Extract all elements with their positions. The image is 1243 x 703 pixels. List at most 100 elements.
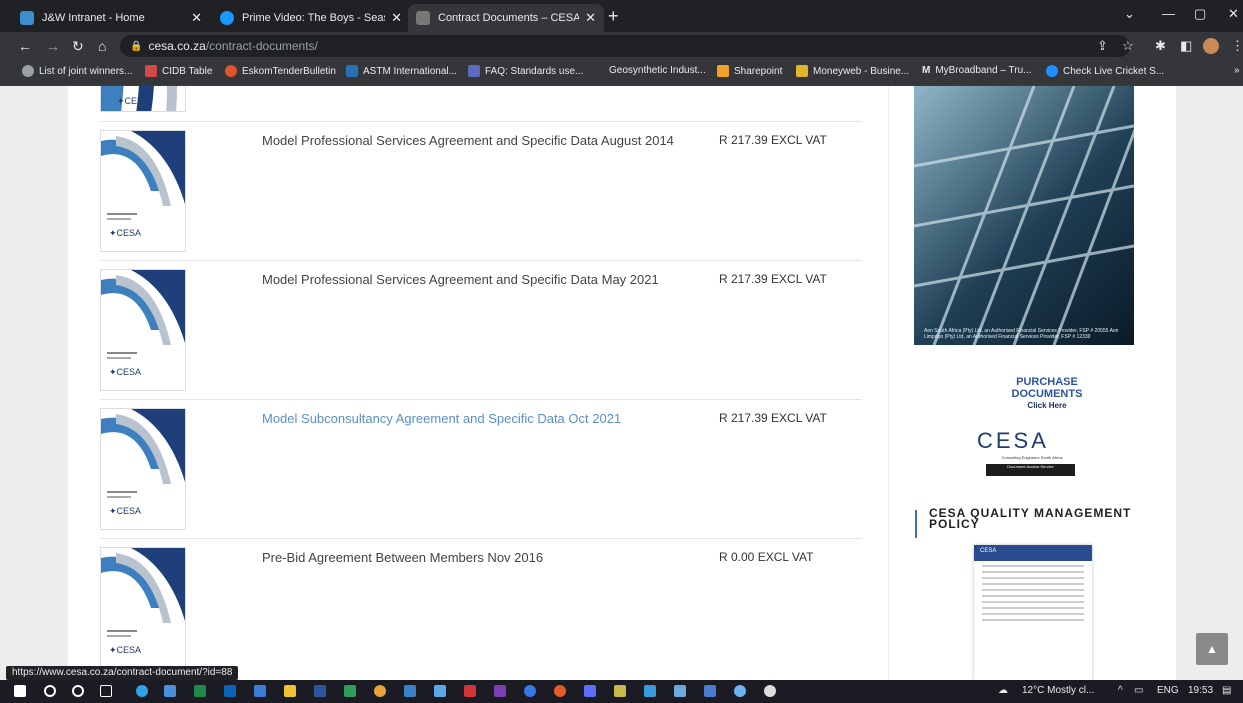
document-access-service[interactable]: Document Access Service (986, 464, 1075, 476)
document-cover[interactable]: ✦CESA (100, 408, 186, 530)
bookmark-faq-standards[interactable]: FAQ: Standards use... (468, 65, 583, 77)
app-icon[interactable] (254, 685, 266, 697)
app-icon[interactable] (764, 685, 776, 697)
bookmark-star-icon[interactable]: ☆ (1122, 38, 1134, 54)
bookmark-label: List of joint winners... (39, 65, 133, 77)
app-icon[interactable] (674, 685, 686, 697)
maximize-icon[interactable]: ▢ (1194, 6, 1206, 22)
app-icon[interactable] (464, 685, 476, 697)
document-price: R 217.39 EXCL VAT (719, 133, 827, 147)
avatar[interactable] (1203, 38, 1219, 54)
quality-policy-document[interactable]: CESA (974, 545, 1092, 680)
edge-icon[interactable] (136, 685, 148, 697)
zoom-icon[interactable] (644, 685, 656, 697)
document-row-partial: ✦CESA (100, 86, 862, 121)
app-icon[interactable] (554, 685, 566, 697)
status-bar-url: https://www.cesa.co.za/contract-document… (6, 666, 239, 680)
bookmark-cidb-table[interactable]: CIDB Table (145, 65, 212, 77)
tab-jw-intranet[interactable]: J&W Intranet - Home ✕ (12, 4, 210, 32)
sidepanel-icon[interactable]: ◧ (1180, 38, 1192, 54)
sidebar: Aon South Africa (Pty) Ltd, an Authorise… (888, 86, 1176, 680)
home-icon[interactable]: ⌂ (98, 38, 106, 54)
cesa-logo[interactable]: CESA (977, 428, 1049, 454)
notification-icon[interactable]: ▤ (1222, 685, 1231, 696)
task-view-icon[interactable] (100, 685, 112, 697)
document-title-link[interactable]: Model Subconsultancy Agreement and Speci… (262, 411, 702, 426)
reload-icon[interactable]: ↻ (72, 38, 84, 55)
document-cover[interactable]: ✦CESA (100, 547, 186, 669)
app-icon[interactable] (524, 685, 536, 697)
weather-icon[interactable]: ☁ (998, 685, 1008, 696)
bookmark-label: FAQ: Standards use... (485, 65, 584, 77)
mail-icon[interactable] (164, 685, 176, 697)
file-explorer-icon[interactable] (284, 685, 296, 697)
toolbar: ← → ↻ ⌂ 🔒 cesa.co.za /contract-documents… (0, 32, 1243, 60)
aon-advert[interactable]: Aon South Africa (Pty) Ltd, an Authorise… (914, 86, 1134, 345)
onenote-icon[interactable] (494, 685, 506, 697)
close-tab-icon[interactable]: ✕ (585, 10, 596, 26)
click-here-label: Click Here (1027, 401, 1067, 410)
address-bar[interactable]: 🔒 cesa.co.za /contract-documents/ (120, 35, 1130, 57)
app-icon[interactable] (434, 685, 446, 697)
new-tab-icon[interactable]: + (608, 6, 619, 27)
teams-icon[interactable] (404, 685, 416, 697)
bookmark-cricket[interactable]: Check Live Cricket S... (1046, 65, 1164, 77)
more-bookmarks-icon[interactable]: » (1234, 65, 1240, 76)
clock[interactable]: 19:53 (1188, 685, 1213, 696)
word-icon[interactable] (314, 685, 326, 697)
search-icon[interactable] (44, 685, 56, 697)
bookmark-sharepoint[interactable]: Sharepoint (717, 65, 782, 77)
app-icon[interactable] (704, 685, 716, 697)
document-title[interactable]: Model Professional Services Agreement an… (262, 133, 702, 148)
tab-search-icon[interactable]: ⌄ (1124, 6, 1135, 22)
cortana-icon[interactable] (72, 685, 84, 697)
extensions-icon[interactable]: ✱ (1155, 38, 1166, 54)
document-cover[interactable]: ✦CESA (100, 130, 186, 252)
quality-policy-heading: CESA QUALITY MANAGEMENT POLICY (929, 506, 1132, 531)
onedrive-icon[interactable] (734, 685, 746, 697)
excel-icon[interactable] (194, 685, 206, 697)
weather-label[interactable]: 12°C Mostly cl... (1022, 685, 1094, 696)
svg-text:✦CESA: ✦CESA (109, 506, 141, 516)
bookmark-moneyweb[interactable]: Moneyweb - Busine... (796, 65, 909, 77)
document-row: ✦CESA Model Professional Services Agreem… (100, 121, 862, 260)
network-icon[interactable]: ▭ (1134, 685, 1143, 696)
start-icon[interactable] (14, 685, 26, 697)
menu-icon[interactable]: ⋮ (1231, 38, 1243, 54)
close-tab-icon[interactable]: ✕ (391, 10, 402, 26)
mybroadband-icon: M (922, 65, 931, 76)
forward-icon[interactable]: → (46, 38, 60, 54)
bookmark-joint-winners[interactable]: List of joint winners... (22, 65, 132, 77)
purchase-documents-link[interactable]: PURCHASE DOCUMENTS Click Here (992, 376, 1102, 412)
tab-contract-documents[interactable]: Contract Documents – CESA | Co ✕ (408, 4, 604, 32)
chrome-icon[interactable] (374, 685, 386, 697)
back-icon[interactable]: ← (18, 38, 32, 54)
bookmark-mybroadband[interactable]: M MyBroadband – Tru... (922, 65, 1032, 76)
close-window-icon[interactable]: ✕ (1228, 6, 1239, 22)
minimize-icon[interactable]: — (1162, 6, 1175, 21)
app-icon[interactable] (614, 685, 626, 697)
tray-chevron-icon[interactable]: ^ (1118, 685, 1123, 696)
bookmark-eskom[interactable]: EskomTenderBulletin (225, 65, 336, 77)
project-icon[interactable] (344, 685, 356, 697)
language-indicator[interactable]: ENG (1157, 685, 1179, 696)
document-price: R 0.00 EXCL VAT (719, 550, 814, 564)
close-tab-icon[interactable]: ✕ (191, 10, 202, 26)
lock-icon[interactable]: 🔒 (130, 41, 142, 52)
bookmark-astm[interactable]: ASTM International... (346, 65, 457, 77)
bookmark-label: CIDB Table (162, 65, 213, 77)
document-title[interactable]: Pre-Bid Agreement Between Members Nov 20… (262, 550, 702, 565)
document-title[interactable]: Model Professional Services Agreement an… (262, 272, 702, 287)
share-icon[interactable]: ⇪ (1097, 38, 1108, 54)
astm-icon (346, 65, 358, 77)
bookmark-label: MyBroadband – Tru... (935, 65, 1032, 76)
bookmark-geosynthetic[interactable]: Geosynthetic Indust... (609, 65, 706, 76)
scroll-to-top-button[interactable]: ▲ (1196, 633, 1228, 665)
tab-prime-video[interactable]: Prime Video: The Boys - Season ✕ (212, 4, 410, 32)
document-cover[interactable]: ✦CESA (100, 269, 186, 391)
outlook-icon[interactable] (224, 685, 236, 697)
document-price: R 217.39 EXCL VAT (719, 272, 827, 286)
bookmark-label: EskomTenderBulletin (242, 65, 336, 77)
document-cover[interactable]: ✦CESA (100, 86, 186, 112)
app-icon[interactable] (584, 685, 596, 697)
